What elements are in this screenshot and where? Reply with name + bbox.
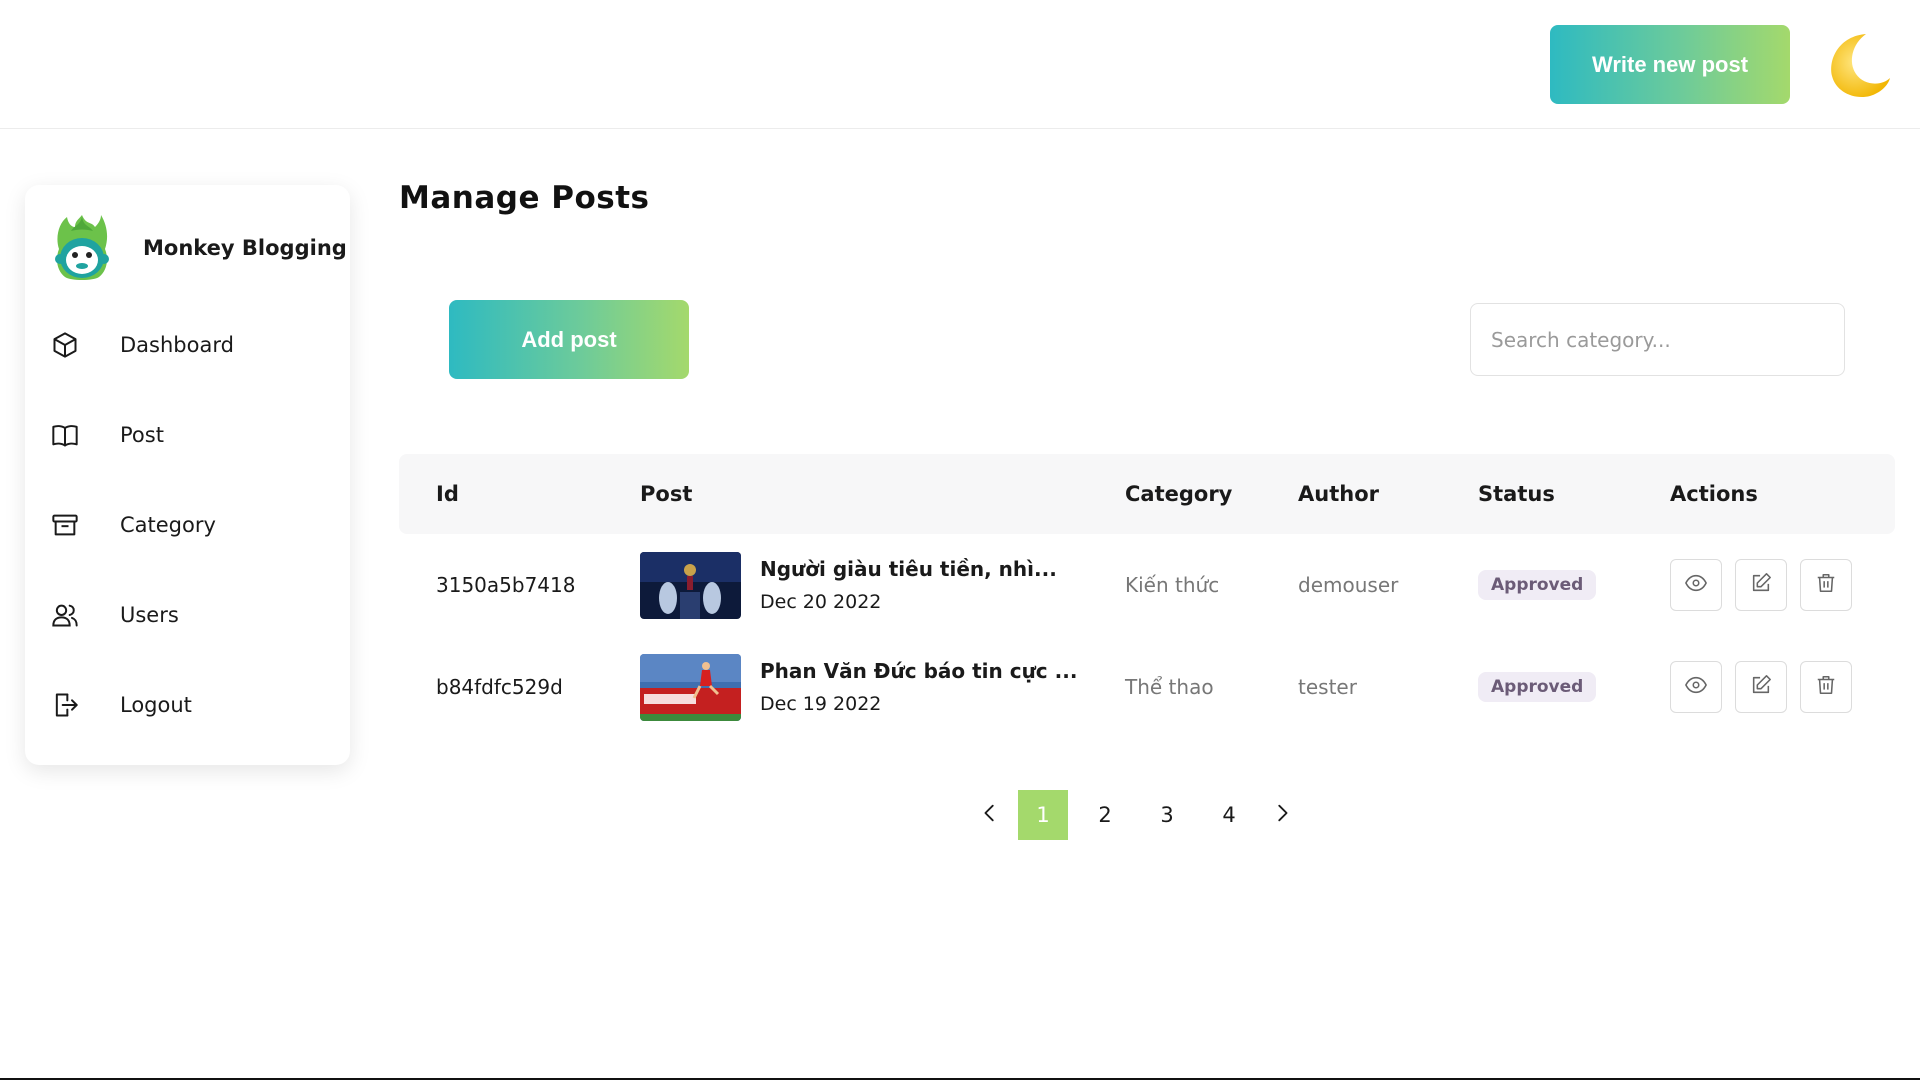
column-header-author: Author — [1298, 482, 1379, 506]
page-button-3[interactable]: 3 — [1142, 790, 1192, 840]
actions-cell — [1670, 534, 1865, 636]
users-icon — [50, 600, 80, 630]
add-post-button[interactable]: Add post — [449, 300, 689, 379]
sidebar-item-label: Users — [120, 603, 179, 627]
delete-post-button[interactable] — [1800, 661, 1852, 713]
moon-icon[interactable] — [1818, 28, 1894, 104]
sidebar-item-dashboard[interactable]: Dashboard — [50, 317, 330, 373]
chevron-right-icon — [1271, 802, 1293, 828]
post-id: b84fdfc529d — [436, 675, 563, 699]
sidebar-item-post[interactable]: Post — [50, 407, 330, 463]
status-cell: Approved — [1478, 534, 1597, 636]
sidebar: Monkey Blogging Dashboard Post Category — [25, 185, 350, 765]
post-title[interactable]: Phan Văn Đức báo tin cực ... — [760, 659, 1077, 683]
status-badge: Approved — [1478, 570, 1597, 600]
monkey-logo-icon — [55, 213, 110, 283]
sidebar-item-category[interactable]: Category — [50, 497, 330, 553]
actions-cell — [1670, 636, 1865, 738]
post-cell: Người giàu tiêu tiền, nhì... Dec 20 2022 — [640, 534, 1057, 636]
page-title: Manage Posts — [399, 180, 650, 216]
prev-page-button[interactable] — [968, 790, 1012, 840]
edit-post-button[interactable] — [1735, 559, 1787, 611]
sidebar-item-label: Category — [120, 513, 216, 537]
column-header-post: Post — [640, 482, 693, 506]
table-row: b84fdfc529d Phan Văn Đức báo tin cực ...… — [399, 636, 1895, 738]
sidebar-item-users[interactable]: Users — [50, 587, 330, 643]
post-category: Kiến thức — [1125, 573, 1220, 597]
edit-icon — [1750, 674, 1772, 701]
page-button-1[interactable]: 1 — [1018, 790, 1068, 840]
sidebar-item-logout[interactable]: Logout — [50, 677, 330, 733]
cube-icon — [50, 330, 80, 360]
status-cell: Approved — [1478, 636, 1597, 738]
page-button-2[interactable]: 2 — [1080, 790, 1130, 840]
top-header: Write new post — [0, 0, 1920, 129]
column-header-actions: Actions — [1670, 482, 1758, 506]
edit-post-button[interactable] — [1735, 661, 1787, 713]
view-post-button[interactable] — [1670, 559, 1722, 611]
table-row: 3150a5b7418 Người giàu tiêu tiền, nhì...… — [399, 534, 1895, 636]
logout-icon — [50, 690, 80, 720]
table-header: Id Post Category Author Status Actions — [399, 454, 1895, 534]
sidebar-item-label: Post — [120, 423, 164, 447]
sidebar-item-label: Logout — [120, 693, 192, 717]
post-cell: Phan Văn Đức báo tin cực ... Dec 19 2022 — [640, 636, 1077, 738]
post-date: Dec 19 2022 — [760, 693, 882, 715]
post-thumbnail[interactable] — [640, 653, 741, 721]
archive-icon — [50, 510, 80, 540]
brand-name: Monkey Blogging — [143, 236, 347, 260]
posts-table: Id Post Category Author Status Actions 3… — [399, 454, 1895, 738]
delete-post-button[interactable] — [1800, 559, 1852, 611]
book-icon — [50, 420, 80, 450]
pagination: 1 2 3 4 — [968, 790, 1304, 840]
trash-icon — [1815, 572, 1837, 599]
post-id: 3150a5b7418 — [436, 573, 576, 597]
post-date: Dec 20 2022 — [760, 591, 882, 613]
trash-icon — [1815, 674, 1837, 701]
eye-icon — [1685, 674, 1707, 701]
post-author: demouser — [1298, 573, 1399, 597]
view-post-button[interactable] — [1670, 661, 1722, 713]
brand[interactable]: Monkey Blogging — [55, 213, 347, 283]
column-header-id: Id — [436, 482, 459, 506]
post-category: Thể thao — [1125, 675, 1214, 699]
next-page-button[interactable] — [1260, 790, 1304, 840]
status-badge: Approved — [1478, 672, 1597, 702]
column-header-category: Category — [1125, 482, 1233, 506]
write-new-post-button[interactable]: Write new post — [1550, 25, 1790, 104]
post-author: tester — [1298, 675, 1357, 699]
eye-icon — [1685, 572, 1707, 599]
post-title[interactable]: Người giàu tiêu tiền, nhì... — [760, 557, 1057, 581]
chevron-left-icon — [979, 802, 1001, 828]
post-thumbnail[interactable] — [640, 551, 741, 619]
edit-icon — [1750, 572, 1772, 599]
page-button-4[interactable]: 4 — [1204, 790, 1254, 840]
column-header-status: Status — [1478, 482, 1555, 506]
sidebar-item-label: Dashboard — [120, 333, 234, 357]
search-category-input[interactable] — [1470, 303, 1845, 376]
